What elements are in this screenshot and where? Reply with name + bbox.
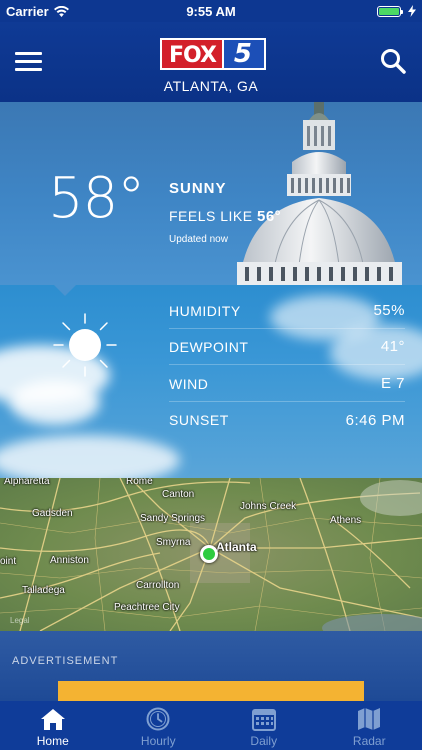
map-city-label: Atlanta <box>216 540 257 554</box>
logo-fox-text: FOX <box>160 38 222 70</box>
map-legal-link[interactable]: Legal <box>10 616 30 625</box>
cloud-decoration <box>10 380 100 425</box>
feels-like-value: 56° <box>256 208 282 225</box>
panel-pointer <box>53 285 77 296</box>
current-conditions: 58° SUNNY FEELS LIKE 56° Updated now <box>0 102 422 285</box>
detail-row-humidity: HUMIDITY 55% <box>169 293 405 329</box>
advertisement-section: ADVERTISEMENT <box>0 631 422 701</box>
cloud-decoration <box>0 435 180 478</box>
detail-label: SUNSET <box>169 412 229 428</box>
feels-like: FEELS LIKE 56° <box>169 208 281 225</box>
tab-label: Hourly <box>140 734 176 748</box>
map-city-label: Anniston <box>50 555 89 566</box>
home-icon <box>40 709 65 730</box>
condition-label: SUNNY <box>169 180 227 197</box>
tab-hourly[interactable]: Hourly <box>106 701 212 750</box>
map-city-label: Johns Creek <box>240 501 297 512</box>
advertisement-label: ADVERTISEMENT <box>12 655 119 667</box>
location-label[interactable]: ATLANTA, GA <box>0 78 422 94</box>
detail-value: 41° <box>380 338 405 355</box>
status-bar: Carrier 9:55 AM <box>0 0 422 22</box>
map-icon <box>358 708 381 730</box>
tab-label: Home <box>36 734 69 748</box>
detail-label: DEWPOINT <box>169 338 249 355</box>
map-city-label: Smyrna <box>156 537 191 548</box>
radar-map-preview[interactable]: Alpharetta Rome Canton Gadsden Sandy Spr… <box>0 478 422 631</box>
map-city-label: Alpharetta <box>4 478 50 487</box>
fox5-logo: FOX 5 <box>160 38 267 70</box>
ad-banner[interactable] <box>58 681 364 701</box>
map-city-label: Carrollton <box>136 580 180 591</box>
map-city-label: Talladega <box>22 585 65 596</box>
map-city-label: Athens <box>330 515 362 526</box>
battery-status <box>377 5 416 17</box>
logo-number: 5 <box>221 38 267 70</box>
app-header: FOX 5 ATLANTA, GA <box>0 22 422 102</box>
menu-button[interactable] <box>15 52 42 72</box>
tab-label: Daily <box>250 734 278 748</box>
detail-value: 6:46 PM <box>345 411 405 429</box>
current-location-marker <box>200 545 218 563</box>
detail-row-wind: WIND E 7 <box>169 366 405 402</box>
detail-label: WIND <box>169 375 209 392</box>
map-city-label: Peachtree City <box>114 602 180 613</box>
map-city-label: Gadsden <box>32 508 73 519</box>
tab-radar[interactable]: Radar <box>317 701 422 750</box>
map-city-label: Canton <box>162 489 195 500</box>
menu-icon <box>15 52 42 55</box>
tab-label: Radar <box>352 734 386 748</box>
search-icon[interactable] <box>380 48 406 74</box>
battery-icon <box>377 5 403 17</box>
tab-bar: Home Hourly Daily Radar <box>0 701 422 750</box>
tab-home[interactable]: Home <box>0 701 106 750</box>
conditions-details: HUMIDITY 55% DEWPOINT 41° WIND E 7 SUNSE… <box>0 285 422 478</box>
tab-daily[interactable]: Daily <box>211 701 317 750</box>
current-temperature: 58° <box>48 166 145 231</box>
updated-label: Updated now <box>169 234 228 245</box>
clock-icon <box>146 707 170 731</box>
detail-value: E 7 <box>380 375 405 392</box>
map-city-label: oint <box>0 556 17 567</box>
charging-icon <box>408 5 416 17</box>
map-city-label: Rome <box>126 478 153 487</box>
detail-label: HUMIDITY <box>169 302 241 319</box>
detail-value: 55% <box>373 302 405 319</box>
feels-like-label: FEELS LIKE <box>169 208 253 224</box>
status-time: 9:55 AM <box>186 4 236 19</box>
detail-row-sunset: SUNSET 6:46 PM <box>169 402 405 438</box>
sunny-icon <box>53 313 117 377</box>
detail-row-dewpoint: DEWPOINT 41° <box>169 329 405 365</box>
calendar-icon <box>251 709 276 731</box>
capitol-dome-image <box>237 102 402 285</box>
map-city-label: Sandy Springs <box>140 513 206 524</box>
